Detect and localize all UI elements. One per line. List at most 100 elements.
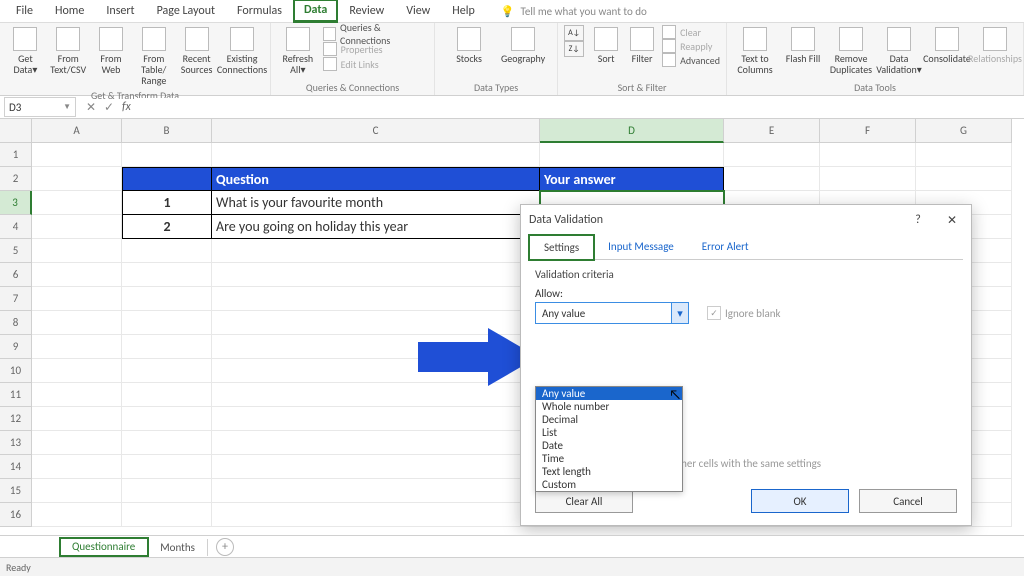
tab-formulas[interactable]: Formulas	[227, 1, 292, 21]
allow-option-whole-number[interactable]: Whole number	[536, 400, 682, 413]
sheet-tab-questionnaire[interactable]: Questionnaire	[60, 538, 148, 557]
cell-C12[interactable]	[212, 407, 540, 431]
clear-all-button[interactable]: Clear All	[535, 489, 633, 513]
tab-help[interactable]: Help	[442, 1, 485, 21]
cell-A1[interactable]	[32, 143, 122, 167]
cell-C10[interactable]	[212, 359, 540, 383]
select-all-corner[interactable]	[0, 119, 32, 143]
allow-option-decimal[interactable]: Decimal	[536, 413, 682, 426]
allow-option-custom[interactable]: Custom	[536, 478, 682, 491]
cell-B8[interactable]	[122, 311, 212, 335]
tell-me[interactable]: 💡 Tell me what you want to do	[501, 5, 647, 18]
geography-button[interactable]: Geography	[501, 25, 545, 66]
tab-page-layout[interactable]: Page Layout	[147, 1, 225, 21]
tab-insert[interactable]: Insert	[96, 1, 144, 21]
cell-A6[interactable]	[32, 263, 122, 287]
refresh-all-button[interactable]: Refresh All▾	[277, 25, 319, 77]
row-header-16[interactable]: 16	[0, 503, 32, 527]
relationships-button[interactable]: Relationships	[973, 25, 1017, 66]
row-header-12[interactable]: 12	[0, 407, 32, 431]
cell-B7[interactable]	[122, 287, 212, 311]
row-header-6[interactable]: 6	[0, 263, 32, 287]
cell-C4[interactable]: Are you going on holiday this year	[212, 215, 540, 239]
allow-option-text-length[interactable]: Text length	[536, 465, 682, 478]
row-header-14[interactable]: 14	[0, 455, 32, 479]
flash-fill-button[interactable]: Flash Fill	[781, 25, 825, 66]
cell-B13[interactable]	[122, 431, 212, 455]
cancel-input-icon[interactable]: ✕	[82, 100, 100, 115]
cell-B1[interactable]	[122, 143, 212, 167]
cell-B12[interactable]	[122, 407, 212, 431]
row-header-4[interactable]: 4	[0, 215, 32, 239]
col-header-C[interactable]: C	[212, 119, 540, 143]
cell-B6[interactable]	[122, 263, 212, 287]
cell-B15[interactable]	[122, 479, 212, 503]
cell-A7[interactable]	[32, 287, 122, 311]
ok-button[interactable]: OK	[751, 489, 849, 513]
allow-option-date[interactable]: Date	[536, 439, 682, 452]
allow-option-list[interactable]: List	[536, 426, 682, 439]
row-header-5[interactable]: 5	[0, 239, 32, 263]
tab-home[interactable]: Home	[45, 1, 94, 21]
allow-option-time[interactable]: Time	[536, 452, 682, 465]
col-header-G[interactable]: G	[916, 119, 1012, 143]
get-data-button[interactable]: Get Data▾	[6, 25, 45, 77]
allow-option-any-value[interactable]: Any value	[536, 387, 682, 400]
cell-G2[interactable]	[916, 167, 1012, 191]
data-validation-button[interactable]: Data Validation▾	[877, 25, 921, 77]
cell-A10[interactable]	[32, 359, 122, 383]
cell-A9[interactable]	[32, 335, 122, 359]
cell-F1[interactable]	[820, 143, 916, 167]
cell-C2[interactable]: Question	[212, 167, 540, 191]
cell-C1[interactable]	[212, 143, 540, 167]
remove-duplicates-button[interactable]: Remove Duplicates	[829, 25, 873, 77]
cell-G1[interactable]	[916, 143, 1012, 167]
queries-connections-mini[interactable]: Queries & Connections	[323, 27, 428, 41]
sort-desc-button[interactable]: Z↓	[564, 41, 584, 57]
cell-C11[interactable]	[212, 383, 540, 407]
cell-A11[interactable]	[32, 383, 122, 407]
sort-button[interactable]: Sort	[590, 25, 622, 66]
cell-B3[interactable]: 1	[122, 191, 212, 215]
accept-input-icon[interactable]: ✓	[100, 100, 118, 115]
cell-C5[interactable]	[212, 239, 540, 263]
name-box[interactable]: D3 ▼	[4, 97, 76, 117]
col-header-B[interactable]: B	[122, 119, 212, 143]
cell-B11[interactable]	[122, 383, 212, 407]
cell-C15[interactable]	[212, 479, 540, 503]
row-header-8[interactable]: 8	[0, 311, 32, 335]
cell-D1[interactable]	[540, 143, 724, 167]
edit-links-mini[interactable]: Edit Links	[323, 57, 428, 71]
sheet-tab-months[interactable]: Months	[148, 539, 208, 556]
tab-view[interactable]: View	[396, 1, 440, 21]
cell-A4[interactable]	[32, 215, 122, 239]
cell-B5[interactable]	[122, 239, 212, 263]
cell-C13[interactable]	[212, 431, 540, 455]
col-header-D[interactable]: D	[540, 119, 724, 143]
reapply-mini[interactable]: Reapply	[662, 39, 720, 53]
fx-icon[interactable]: fx	[118, 100, 135, 114]
row-header-9[interactable]: 9	[0, 335, 32, 359]
cell-A13[interactable]	[32, 431, 122, 455]
from-text-csv-button[interactable]: From Text/CSV	[49, 25, 88, 77]
cell-C14[interactable]	[212, 455, 540, 479]
row-header-13[interactable]: 13	[0, 431, 32, 455]
from-table-range-button[interactable]: From Table/ Range	[134, 25, 173, 88]
col-header-A[interactable]: A	[32, 119, 122, 143]
allow-combo[interactable]: Any value ▾	[535, 302, 689, 324]
cell-B4[interactable]: 2	[122, 215, 212, 239]
tab-review[interactable]: Review	[339, 1, 394, 21]
stocks-button[interactable]: Stocks	[447, 25, 491, 66]
cell-A14[interactable]	[32, 455, 122, 479]
new-sheet-button[interactable]: +	[216, 538, 234, 556]
cell-D2[interactable]: Your answer	[540, 167, 724, 191]
recent-sources-button[interactable]: Recent Sources	[177, 25, 216, 77]
cell-B16[interactable]	[122, 503, 212, 527]
dialog-tab-error-alert[interactable]: Error Alert	[688, 235, 763, 259]
cancel-button[interactable]: Cancel	[859, 489, 957, 513]
tab-file[interactable]: File	[6, 1, 43, 21]
cell-B2[interactable]	[122, 167, 212, 191]
row-header-1[interactable]: 1	[0, 143, 32, 167]
row-header-15[interactable]: 15	[0, 479, 32, 503]
cell-E2[interactable]	[724, 167, 820, 191]
